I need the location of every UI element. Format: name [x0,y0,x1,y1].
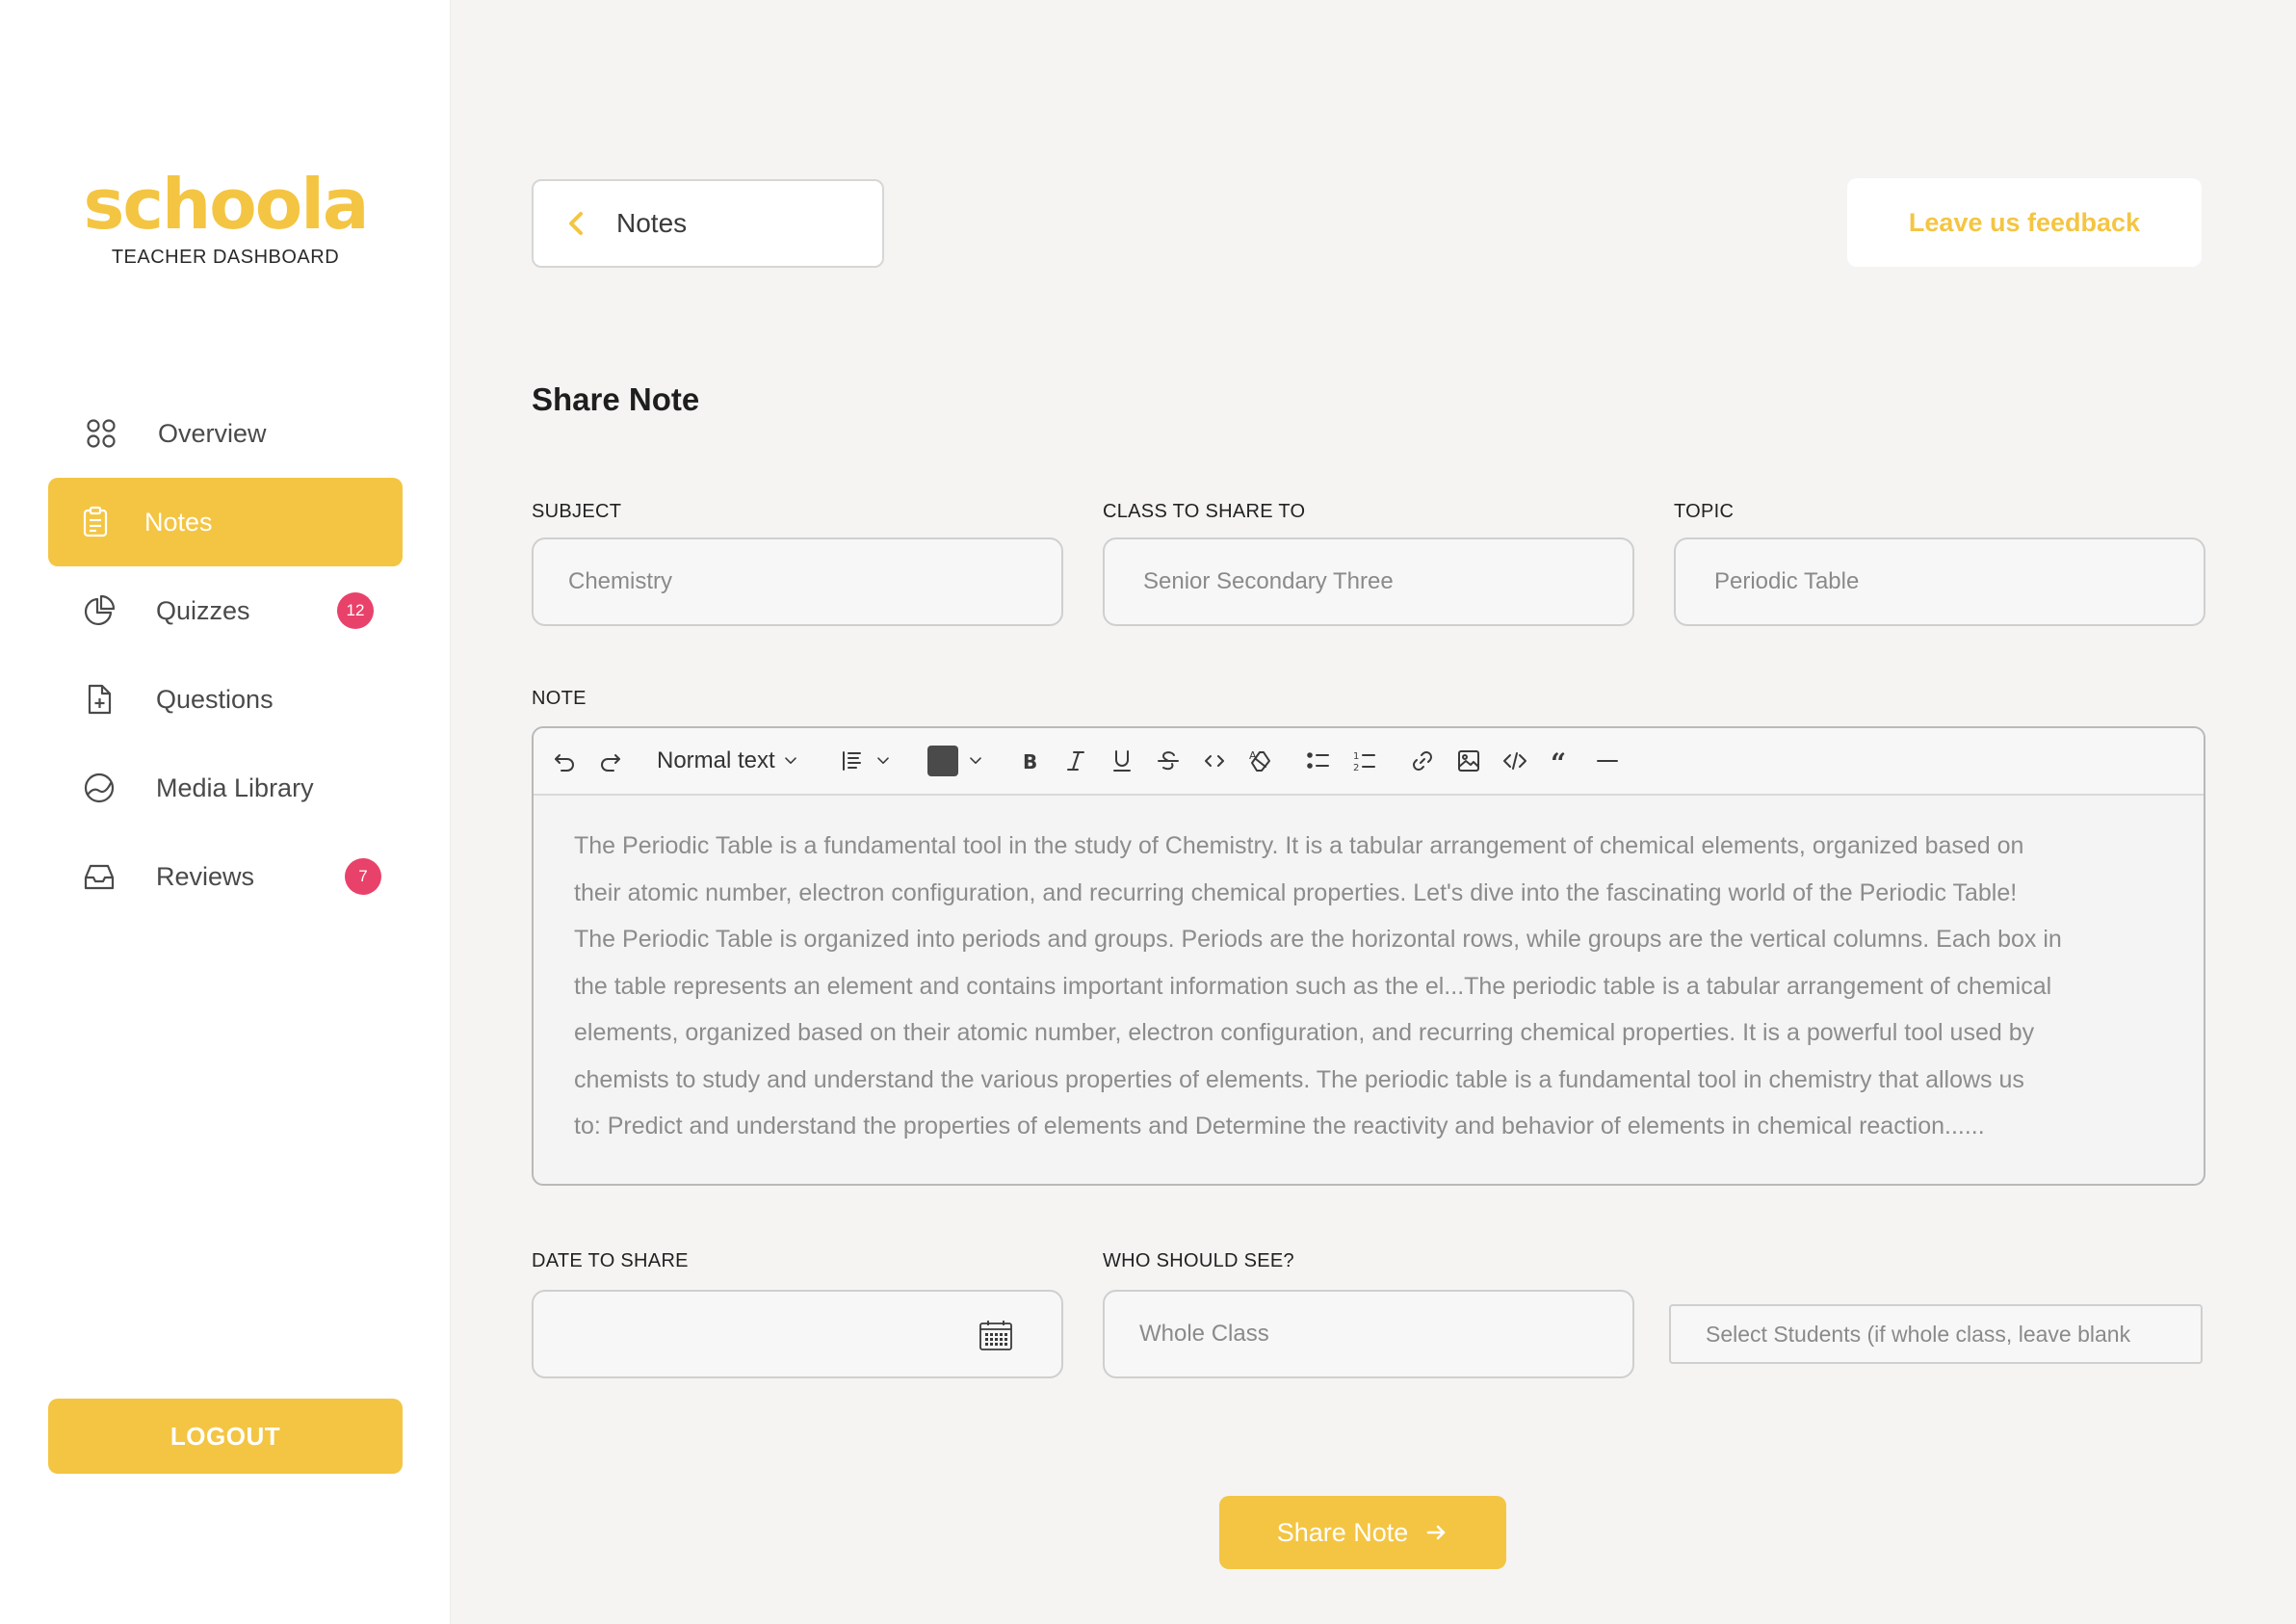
arrow-right-icon [1425,1523,1448,1542]
svg-text:1: 1 [1353,751,1359,762]
reviews-count-badge: 7 [345,858,381,895]
gauge-icon [83,772,116,804]
topic-field[interactable]: Periodic Table [1674,537,2205,626]
date-field[interactable] [532,1290,1063,1378]
redo-icon[interactable] [597,747,624,774]
note-line: chemists to study and understand the var… [574,1065,2024,1093]
back-button-label: Notes [616,208,688,238]
date-label: DATE TO SHARE [532,1250,689,1271]
block-style-value: Normal text [657,747,775,773]
brand: schoola TEACHER DASHBOARD [0,164,451,269]
sidebar-item-notes[interactable]: Notes [48,478,403,566]
italic-icon[interactable] [1062,747,1089,774]
note-editor: Normal text B A 1 2 “ The Periodic Table… [532,726,2205,1186]
sidebar-item-quizzes[interactable]: Quizzes 12 [48,566,403,655]
subject-label: SUBJECT [532,501,622,522]
image-icon[interactable] [1455,747,1482,774]
chevron-down-icon [784,757,796,764]
block-style-dropdown[interactable]: Normal text [657,747,800,774]
class-field[interactable]: Senior Secondary Three [1103,537,1634,626]
sidebar-item-questions[interactable]: Questions [48,655,403,744]
editor-toolbar: Normal text B A 1 2 “ [534,728,2204,796]
bullet-list-icon[interactable] [1305,747,1332,774]
note-line: their atomic number, electron configurat… [574,878,2018,906]
audience-field[interactable]: Whole Class [1103,1290,1634,1378]
svg-text:B: B [1023,750,1037,773]
note-line: elements, organized based on their atomi… [574,1019,2035,1046]
text-color-picker[interactable] [926,746,985,776]
grid-icon [85,417,117,450]
line-height-dropdown[interactable] [839,747,893,774]
horizontal-rule-icon[interactable] [1594,747,1621,774]
pie-chart-icon [83,594,116,627]
note-line: The Periodic Table is a fundamental tool… [574,832,2024,859]
underline-icon[interactable] [1109,747,1135,774]
link-icon[interactable] [1409,747,1436,774]
leave-feedback-button[interactable]: Leave us feedback [1847,178,2202,267]
sidebar-item-reviews[interactable]: Reviews 7 [48,832,403,921]
numbered-list-icon[interactable]: 1 2 [1351,747,1378,774]
note-line: to: Predict and understand the propertie… [574,1113,1985,1139]
sidebar-item-label: Reviews [156,861,255,891]
inline-code-icon[interactable] [1201,747,1228,774]
clear-format-icon[interactable]: A [1247,747,1274,774]
note-line: the table represents an element and cont… [574,972,2052,1000]
sidebar-item-label: Media Library [156,773,314,802]
sidebar-item-label: Notes [144,507,213,537]
note-label: NOTE [532,688,587,709]
topic-label: TOPIC [1674,501,1735,522]
subject-field[interactable]: Chemistry [532,537,1063,626]
file-plus-icon [83,683,116,716]
class-label: CLASS TO SHARE TO [1103,501,1306,522]
logout-button[interactable]: LOGOUT [48,1399,403,1474]
svg-text:2: 2 [1353,763,1359,773]
back-to-notes-button[interactable]: Notes [532,179,884,268]
app-subtitle: TEACHER DASHBOARD [111,247,340,268]
strikethrough-icon[interactable] [1155,747,1182,774]
text-color-swatch [926,746,958,776]
sidebar-item-label: Questions [156,684,274,714]
note-text-area[interactable]: The Periodic Table is a fundamental tool… [534,796,2204,1150]
chevron-down-icon [876,757,889,764]
undo-icon[interactable] [551,747,578,774]
svg-text:A: A [1249,749,1257,762]
inbox-icon [83,860,116,893]
clipboard-icon [79,506,112,538]
sidebar-item-media-library[interactable]: Media Library [48,744,403,832]
sidebar-item-overview[interactable]: Overview [48,389,403,478]
share-note-label: Share Note [1276,1517,1409,1547]
bold-icon[interactable]: B [1016,747,1043,774]
sidebar-item-label: Quizzes [156,595,250,625]
calendar-icon[interactable] [978,1319,1013,1351]
app-logo[interactable]: schoola [0,164,451,245]
chevron-down-icon [969,757,981,764]
blockquote-icon[interactable]: “ [1548,747,1575,774]
chevron-left-icon [564,210,587,237]
sidebar-item-label: Overview [158,418,267,448]
who-label: WHO SHOULD SEE? [1103,1250,1294,1271]
svg-text:“: “ [1551,747,1566,774]
sidebar: schoola TEACHER DASHBOARD Overview Notes… [0,0,451,1624]
note-line: The Periodic Table is organized into per… [574,926,2062,953]
sidebar-nav: Overview Notes Quizzes 12 Questions Medi… [48,389,403,921]
select-students-input[interactable]: Select Students (if whole class, leave b… [1669,1304,2203,1364]
page-title: Share Note [532,381,700,417]
code-block-icon[interactable] [1501,747,1528,774]
quizzes-count-badge: 12 [337,592,374,629]
share-note-button[interactable]: Share Note [1219,1496,1506,1569]
line-height-icon [842,751,861,771]
